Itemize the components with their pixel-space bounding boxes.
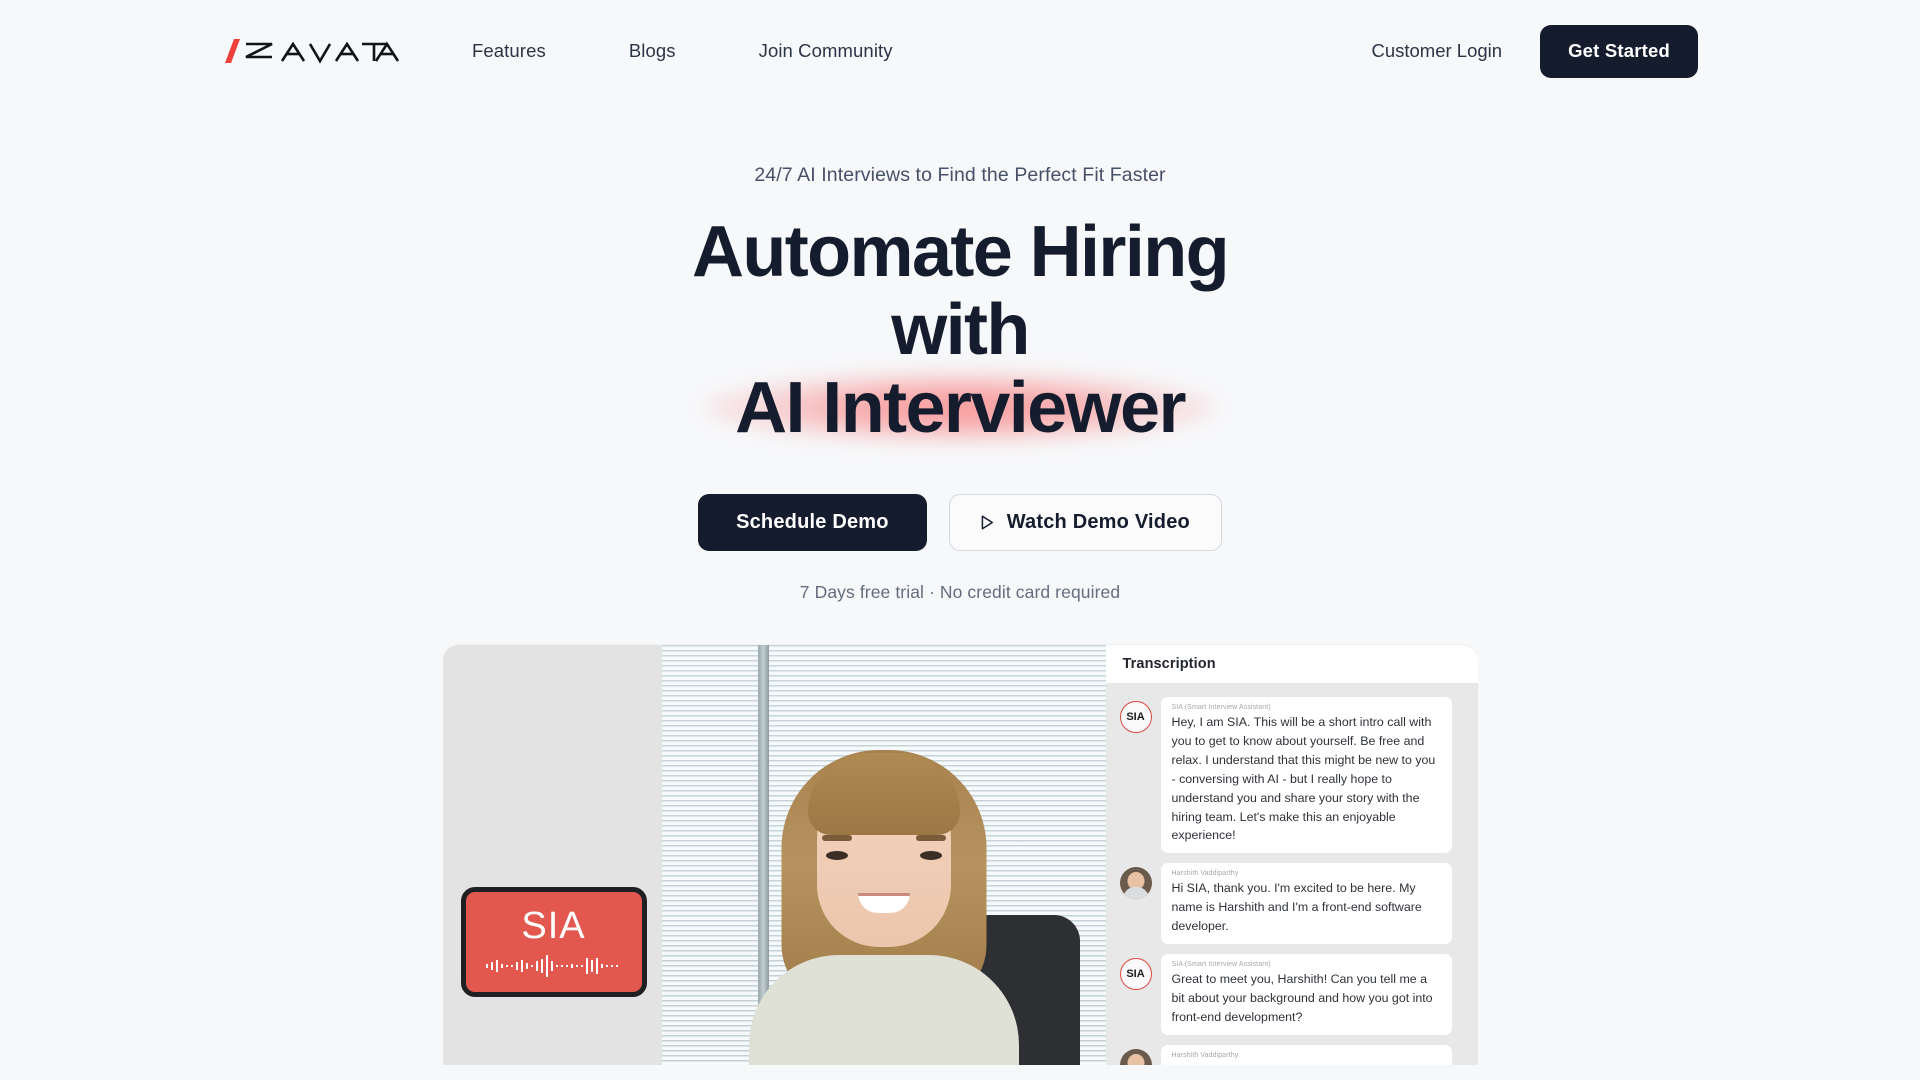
message-bubble: SIA (Smart Interview Assistant) Hey, I a… bbox=[1160, 697, 1452, 854]
zavata-logo-icon bbox=[225, 39, 400, 64]
headline-line-1: Automate Hiring bbox=[691, 212, 1230, 292]
candidate-hair-top bbox=[807, 753, 960, 836]
nav-links: Features Blogs Join Community bbox=[472, 40, 893, 62]
message-speaker: SIA (Smart Interview Assistant) bbox=[1171, 960, 1271, 968]
watch-demo-video-button[interactable]: Watch Demo Video bbox=[948, 494, 1222, 552]
candidate-brow-right bbox=[915, 835, 946, 842]
hero-cta-row: Schedule Demo Watch Demo Video bbox=[0, 494, 1920, 552]
message-bubble: Harshith Vaddiparthy Hi SIA, thank you. … bbox=[1160, 863, 1452, 944]
candidate-eye-left bbox=[825, 851, 848, 861]
nav-link-join-community[interactable]: Join Community bbox=[759, 40, 893, 62]
transcription-message-list[interactable]: SIA SIA (Smart Interview Assistant) Hey,… bbox=[1106, 683, 1478, 1066]
transcription-title: Transcription bbox=[1122, 656, 1216, 673]
play-icon bbox=[981, 515, 993, 530]
nav-link-features[interactable]: Features bbox=[472, 40, 546, 62]
customer-login-link[interactable]: Customer Login bbox=[1371, 40, 1502, 62]
headline-line-2: with bbox=[891, 289, 1030, 370]
audio-waveform-icon bbox=[485, 955, 618, 978]
message-text: Sure! I have a degree in Computer Scienc… bbox=[1172, 1061, 1441, 1066]
message-speaker: SIA (Smart Interview Assistant) bbox=[1171, 704, 1271, 712]
message-speaker: Harshith Vaddiparthy bbox=[1171, 1051, 1239, 1059]
transcription-message: SIA SIA (Smart Interview Assistant) Hey,… bbox=[1119, 697, 1452, 854]
message-text: Hi SIA, thank you. I'm excited to be her… bbox=[1171, 881, 1422, 934]
sia-card-label: SIA bbox=[521, 905, 586, 948]
message-text: Hey, I am SIA. This will be a short intr… bbox=[1171, 715, 1436, 843]
demo-preview-panel: SIA Transcription SIA SIA (Smart Intervi… bbox=[442, 645, 1478, 1066]
navbar: Features Blogs Join Community Customer L… bbox=[0, 0, 1920, 102]
message-bubble: SIA (Smart Interview Assistant) Great to… bbox=[1160, 953, 1452, 1035]
schedule-demo-button[interactable]: Schedule Demo bbox=[698, 494, 927, 552]
candidate-eye-right bbox=[919, 851, 942, 861]
candidate-brow-left bbox=[821, 835, 852, 842]
message-text: Great to meet you, Harshith! Can you tel… bbox=[1171, 971, 1433, 1024]
avatar bbox=[1119, 1048, 1152, 1066]
transcription-header: Transcription bbox=[1105, 645, 1478, 684]
watch-demo-video-label: Watch Demo Video bbox=[1006, 511, 1190, 534]
get-started-button[interactable]: Get Started bbox=[1540, 24, 1698, 78]
page-title: Automate Hiring with AI Interviewer bbox=[650, 212, 1270, 448]
logo[interactable] bbox=[224, 31, 400, 71]
video-scene bbox=[661, 645, 1106, 1066]
nav-right-actions: Customer Login Get Started bbox=[1371, 24, 1698, 78]
avatar-sia: SIA bbox=[1119, 701, 1152, 734]
candidate-figure bbox=[734, 735, 1034, 1066]
message-bubble: Harshith Vaddiparthy Sure! I have a degr… bbox=[1160, 1044, 1452, 1066]
avatar-sia: SIA bbox=[1119, 957, 1152, 990]
interview-video-pane[interactable]: SIA bbox=[442, 645, 1106, 1066]
sia-speaker-card: SIA bbox=[460, 887, 647, 998]
video-left-filler bbox=[442, 645, 662, 1066]
transcription-message: Harshith Vaddiparthy Sure! I have a degr… bbox=[1119, 1044, 1452, 1066]
hero-eyebrow: 24/7 AI Interviews to Find the Perfect F… bbox=[754, 164, 1166, 186]
avatar bbox=[1119, 867, 1152, 900]
headline-highlight: AI Interviewer bbox=[735, 367, 1186, 448]
nav-link-blogs[interactable]: Blogs bbox=[629, 40, 676, 62]
hero-section: 24/7 AI Interviews to Find the Perfect F… bbox=[0, 102, 1920, 603]
candidate-body bbox=[748, 955, 1019, 1066]
transcription-panel: Transcription SIA SIA (Smart Interview A… bbox=[1105, 645, 1478, 1066]
headline-highlight-wrap: AI Interviewer bbox=[721, 367, 1199, 448]
trial-note: 7 Days free trial · No credit card requi… bbox=[799, 582, 1121, 603]
transcription-message: SIA SIA (Smart Interview Assistant) Grea… bbox=[1119, 953, 1452, 1035]
transcription-message: Harshith Vaddiparthy Hi SIA, thank you. … bbox=[1119, 863, 1452, 944]
message-speaker: Harshith Vaddiparthy bbox=[1171, 870, 1239, 878]
